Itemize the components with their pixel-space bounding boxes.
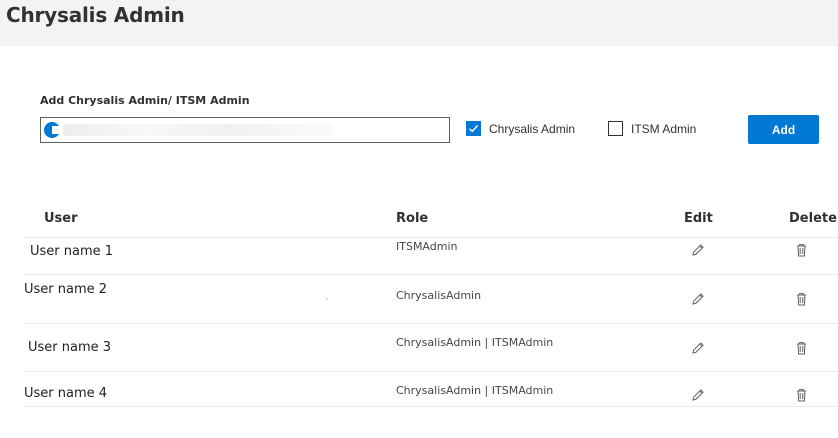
- column-header-edit: Edit: [684, 211, 713, 226]
- column-header-delete: Delete: [789, 211, 837, 226]
- role-cell: ChrysalisAdmin: [396, 289, 482, 302]
- column-header-role: Role: [396, 211, 429, 226]
- column-header-user: User: [44, 211, 78, 226]
- row-divider: [24, 371, 838, 372]
- user-cell: User name 3: [28, 340, 112, 355]
- add-admin-label: Add Chrysalis Admin/ ITSM Admin: [40, 94, 250, 107]
- row-divider: [24, 274, 838, 275]
- checkmark-icon: [466, 121, 481, 136]
- role-cell: ChrysalisAdmin | ITSMAdmin: [396, 384, 554, 397]
- itsm-admin-label: ITSM Admin: [631, 121, 697, 136]
- trash-icon[interactable]: [793, 242, 809, 258]
- pencil-icon[interactable]: [690, 387, 706, 403]
- page-title: Chrysalis Admin: [6, 3, 185, 27]
- pencil-icon[interactable]: [690, 242, 706, 258]
- chrysalis-admin-label: Chrysalis Admin: [489, 121, 576, 136]
- row-divider: [24, 406, 838, 407]
- persona-icon: [44, 122, 62, 138]
- role-cell: ChrysalisAdmin | ITSMAdmin: [396, 336, 554, 349]
- trash-icon[interactable]: [793, 340, 809, 356]
- itsm-admin-checkbox[interactable]: ITSM Admin: [608, 121, 696, 136]
- artifact-dot: [326, 298, 328, 300]
- trash-icon[interactable]: [793, 291, 809, 307]
- trash-icon[interactable]: [793, 387, 809, 403]
- chrysalis-admin-checkbox[interactable]: Chrysalis Admin: [466, 121, 575, 136]
- role-cell: ITSMAdmin: [396, 240, 458, 253]
- redacted-user-text: [63, 124, 333, 136]
- user-cell: User name 4: [24, 386, 108, 401]
- pencil-icon[interactable]: [690, 291, 706, 307]
- row-divider: [24, 323, 838, 324]
- user-cell: User name 2: [24, 282, 108, 297]
- user-picker-input[interactable]: [40, 117, 450, 143]
- pencil-icon[interactable]: [690, 340, 706, 356]
- row-divider: [24, 237, 838, 238]
- user-cell: User name 1: [30, 244, 114, 259]
- checkbox-box-icon: [608, 121, 623, 136]
- add-button[interactable]: Add: [748, 115, 819, 144]
